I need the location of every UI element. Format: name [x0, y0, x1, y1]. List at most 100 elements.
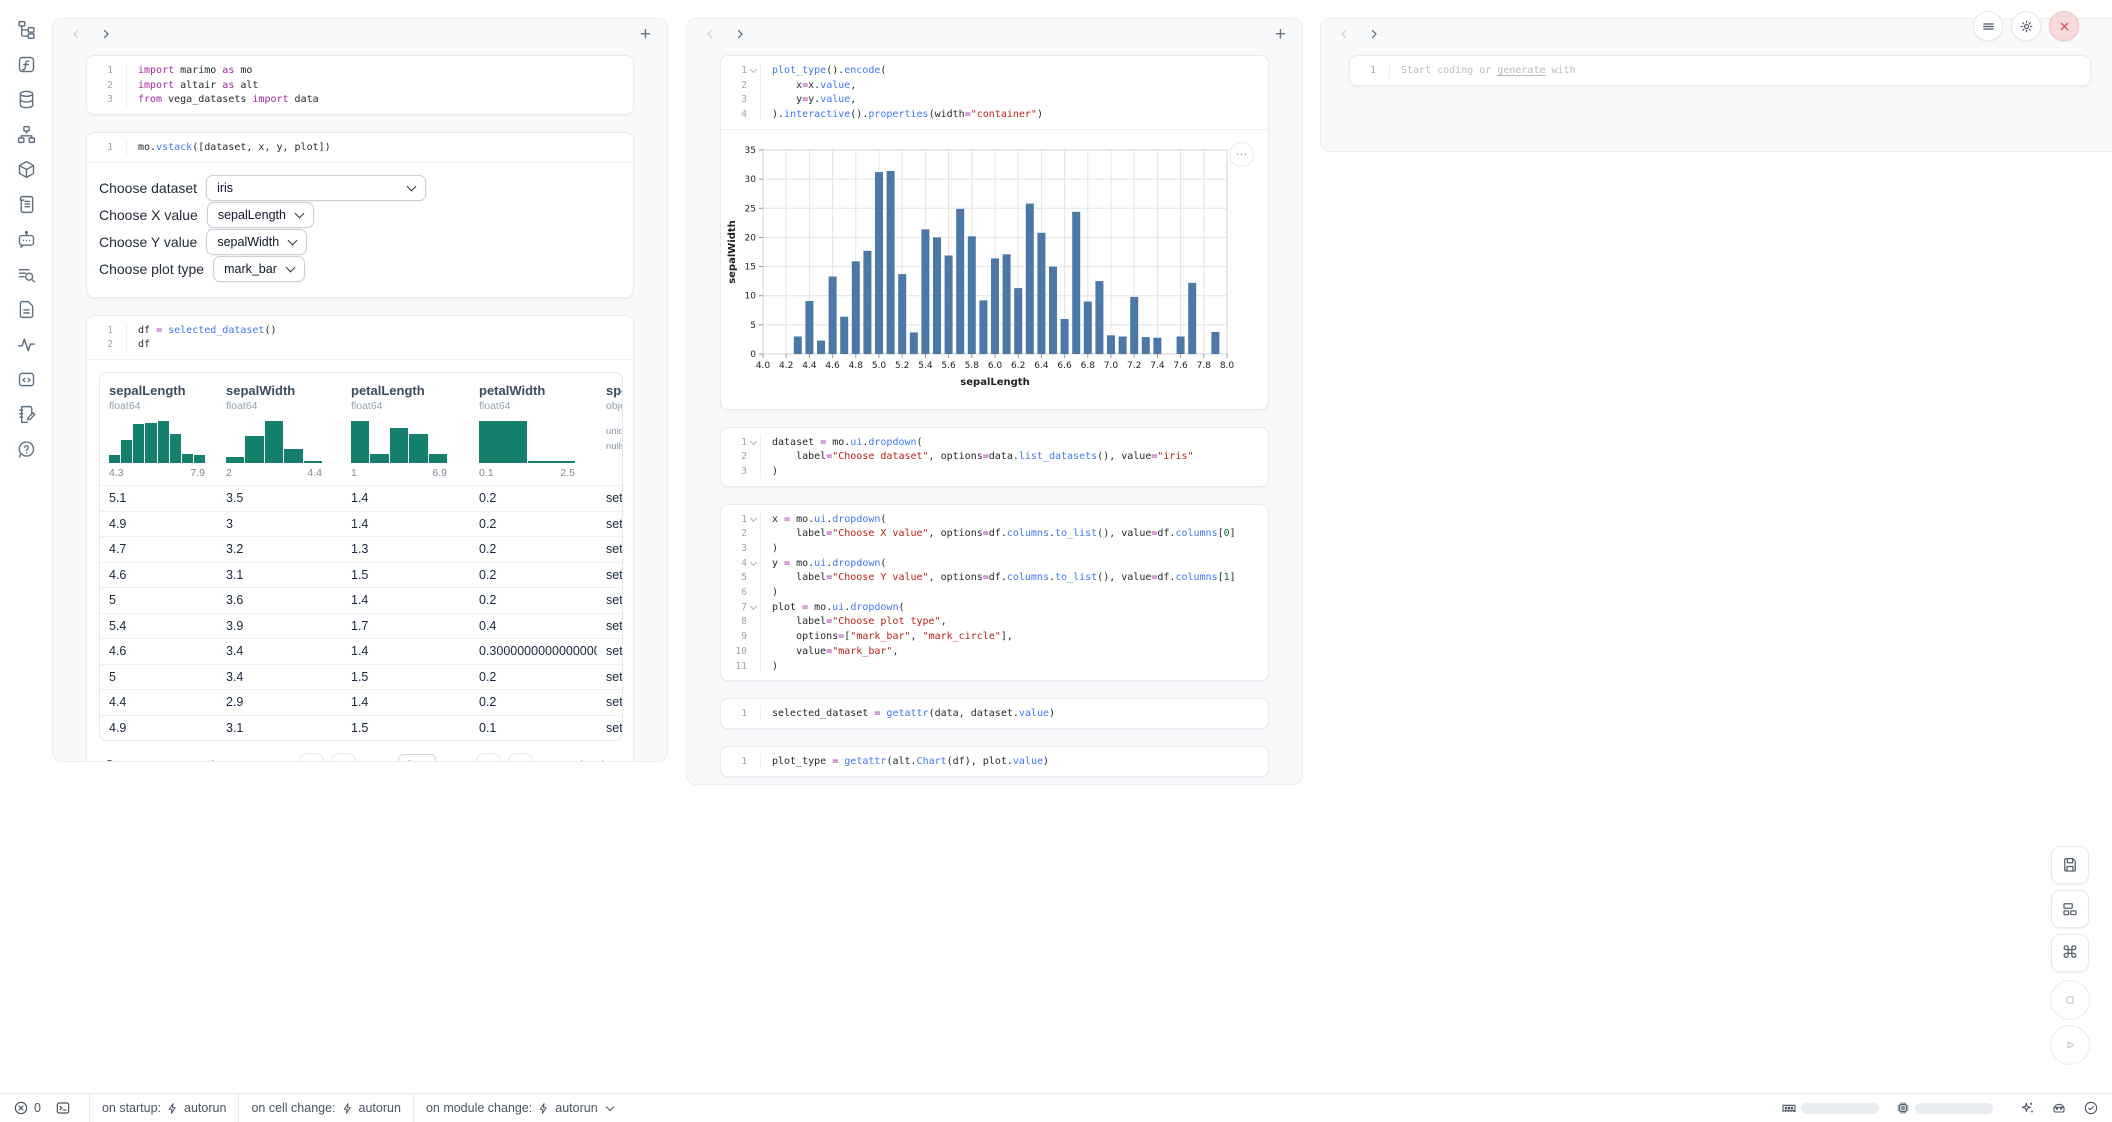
last-page-button[interactable]: » — [508, 753, 533, 762]
column-header-petalWidth[interactable]: petalWidthfloat640.12.5 — [470, 383, 597, 479]
help-icon[interactable] — [15, 438, 37, 460]
panel-prev-icon[interactable] — [69, 27, 83, 41]
plot-type-select[interactable]: mark_bar — [213, 256, 305, 282]
code-editor[interactable]: 1 Start coding or generate with — [1350, 56, 2090, 85]
scratchpad-icon[interactable] — [15, 403, 37, 425]
column-header-species[interactable]: speciesobjectuniquenulls: — [597, 383, 623, 479]
code-editor[interactable]: 1selected_dataset = getattr(data, datase… — [721, 699, 1268, 728]
bar[interactable] — [979, 300, 987, 354]
database-icon[interactable] — [15, 88, 37, 110]
add-cell-button[interactable]: + — [640, 25, 651, 44]
code-line[interactable]: 3) — [721, 541, 1268, 556]
code-line[interactable]: 1 Start coding or generate with — [1350, 63, 2090, 78]
code-line[interactable]: 9 options=["mark_bar", "mark_circle"], — [721, 629, 1268, 644]
code-line[interactable]: 2df — [87, 337, 633, 352]
bar[interactable] — [1130, 297, 1138, 354]
bar[interactable] — [1107, 335, 1115, 354]
code-line[interactable]: 4y = mo.ui.dropdown( — [721, 556, 1268, 571]
fold-icon[interactable] — [747, 606, 760, 609]
bar[interactable] — [1095, 281, 1103, 354]
scroll-icon[interactable] — [15, 193, 37, 215]
bar[interactable] — [1211, 332, 1219, 354]
code-line[interactable]: 10 value="mark_bar", — [721, 644, 1268, 659]
download-button[interactable]: Download — [548, 759, 617, 762]
bar[interactable] — [933, 237, 941, 354]
close-button[interactable] — [2049, 11, 2079, 41]
first-page-button[interactable]: « — [299, 753, 324, 762]
bar[interactable] — [1037, 233, 1045, 354]
bar[interactable] — [956, 209, 964, 354]
error-counter[interactable]: 0 — [13, 1100, 41, 1116]
bar[interactable] — [1084, 301, 1092, 354]
layout-button[interactable] — [2051, 890, 2089, 928]
fold-icon[interactable] — [747, 518, 760, 521]
code-line[interactable]: 11) — [721, 659, 1268, 674]
code-line[interactable]: 1mo.vstack([dataset, x, y, plot]) — [87, 140, 633, 155]
on-cell-change-setting[interactable]: on cell change: autorun — [251, 1101, 401, 1115]
generate-link[interactable]: generate — [1497, 65, 1545, 76]
code-editor[interactable]: 1x = mo.ui.dropdown(2 label="Choose X va… — [721, 505, 1268, 681]
panel-next-icon[interactable] — [99, 27, 113, 41]
bar[interactable] — [1153, 337, 1161, 353]
code-line[interactable]: 1df = selected_dataset() — [87, 323, 633, 338]
bar[interactable] — [991, 258, 999, 354]
chart-menu-icon[interactable]: ⋯ — [1229, 142, 1254, 167]
bar[interactable] — [840, 316, 848, 353]
check-circle-icon[interactable] — [2083, 1100, 2099, 1116]
code-editor[interactable]: 1mo.vstack([dataset, x, y, plot]) — [87, 133, 633, 162]
code-line[interactable]: 7plot = mo.ui.dropdown( — [721, 600, 1268, 615]
bar[interactable] — [1026, 203, 1034, 353]
code-editor[interactable]: 1dataset = mo.ui.dropdown(2 label="Choos… — [721, 428, 1268, 486]
bar[interactable] — [852, 261, 860, 354]
code-line[interactable]: 1plot_type().encode( — [721, 63, 1268, 78]
chat-bot-icon[interactable] — [15, 228, 37, 250]
code-line[interactable]: 4).interactive().properties(width="conta… — [721, 107, 1268, 122]
code-line[interactable]: 8 label="Choose plot type", — [721, 615, 1268, 630]
activity-icon[interactable] — [15, 333, 37, 355]
function-icon[interactable] — [15, 53, 37, 75]
run-button[interactable] — [2050, 1025, 2090, 1065]
bar[interactable] — [1142, 337, 1150, 354]
code-line[interactable]: 3from vega_datasets import data — [87, 92, 633, 107]
code-line[interactable]: 2 label="Choose X value", options=df.col… — [721, 527, 1268, 542]
bar[interactable] — [1049, 266, 1057, 353]
x-value-select[interactable]: sepalLength — [207, 202, 314, 228]
bar[interactable] — [1061, 319, 1069, 354]
code-line[interactable]: 3 y=y.value, — [721, 92, 1268, 107]
bar[interactable] — [945, 255, 953, 354]
terminal-button[interactable] — [55, 1100, 71, 1116]
save-button[interactable] — [2051, 846, 2089, 884]
code-editor[interactable]: 1df = selected_dataset()2df — [87, 316, 633, 359]
code-line[interactable]: 1x = mo.ui.dropdown( — [721, 512, 1268, 527]
panel-next-icon[interactable] — [733, 27, 747, 41]
add-cell-button[interactable]: + — [1275, 25, 1286, 44]
column-header-sepalWidth[interactable]: sepalWidthfloat6424.4 — [217, 383, 342, 479]
bar[interactable] — [1014, 288, 1022, 354]
bar[interactable] — [794, 336, 802, 354]
file-tree-icon[interactable] — [15, 18, 37, 40]
bar[interactable] — [887, 171, 895, 354]
page-select[interactable]: 1 — [398, 754, 435, 762]
code-line[interactable]: 2 label="Choose dataset", options=data.l… — [721, 449, 1268, 464]
fold-icon[interactable] — [747, 441, 760, 444]
panel-prev-icon[interactable] — [1337, 27, 1351, 41]
bar[interactable] — [910, 332, 918, 354]
bar[interactable] — [921, 229, 929, 354]
code-snippet-icon[interactable] — [15, 368, 37, 390]
code-line[interactable]: 1import marimo as mo — [87, 63, 633, 78]
search-icon[interactable] — [103, 758, 118, 762]
code-line[interactable]: 3) — [721, 464, 1268, 479]
bar[interactable] — [968, 236, 976, 354]
bar[interactable] — [829, 276, 837, 354]
bar[interactable] — [1188, 283, 1196, 354]
package-icon[interactable] — [15, 158, 37, 180]
code-line[interactable]: 1dataset = mo.ui.dropdown( — [721, 435, 1268, 450]
y-value-select[interactable]: sepalWidth — [206, 229, 307, 255]
menu-button[interactable] — [1973, 11, 2003, 41]
code-editor[interactable]: 1plot_type = getattr(alt.Chart(df), plot… — [721, 747, 1268, 776]
bar[interactable] — [875, 172, 883, 354]
code-line[interactable]: 2 x=x.value, — [721, 78, 1268, 93]
panel-next-icon[interactable] — [1367, 27, 1381, 41]
fold-icon[interactable] — [747, 562, 760, 565]
on-module-change-setting[interactable]: on module change: autorun — [426, 1101, 613, 1115]
